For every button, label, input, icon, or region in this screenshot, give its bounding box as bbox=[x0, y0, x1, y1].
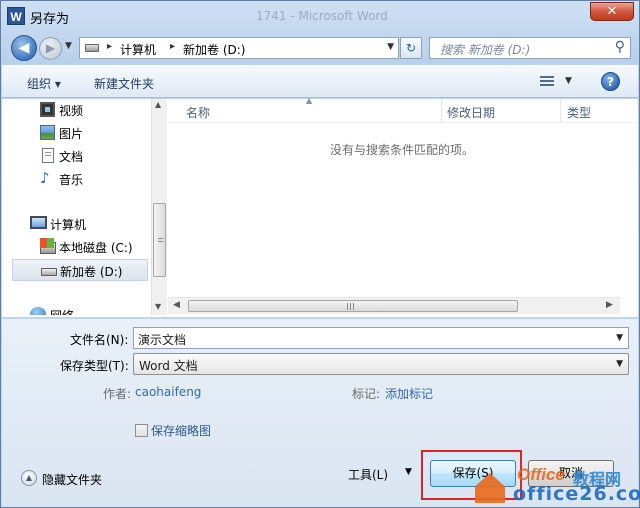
filename-value: 演示文档 bbox=[138, 333, 187, 347]
drive-icon bbox=[41, 268, 57, 276]
drive-icon bbox=[85, 44, 99, 52]
column-divider[interactable] bbox=[441, 99, 442, 123]
column-divider[interactable] bbox=[560, 99, 561, 123]
watermark: Office 教程网 office26.com bbox=[475, 465, 640, 505]
office-logo-icon bbox=[475, 473, 505, 503]
refresh-button[interactable]: ↻ bbox=[400, 37, 422, 59]
save-thumbnail-label[interactable]: 保存缩略图 bbox=[151, 422, 211, 439]
tags-label: 标记: bbox=[352, 387, 381, 401]
refresh-icon: ↻ bbox=[405, 41, 417, 55]
nav-item-pictures[interactable]: 图片 bbox=[12, 122, 148, 144]
close-button[interactable]: ✕ bbox=[590, 2, 634, 21]
network-icon bbox=[30, 307, 46, 315]
filename-label: 文件名(N): bbox=[70, 333, 129, 347]
pictures-icon bbox=[40, 125, 55, 140]
scroll-up-icon[interactable]: ▲ bbox=[155, 100, 161, 109]
new-folder-button[interactable]: 新建文件夹 bbox=[94, 75, 154, 92]
nav-item-label: 本地磁盘 (C:) bbox=[59, 241, 133, 255]
empty-folder-message: 没有与搜索条件匹配的项。 bbox=[330, 143, 475, 157]
breadcrumb-computer[interactable]: 计算机 bbox=[120, 41, 156, 58]
filename-field[interactable]: 演示文档 ▼ bbox=[133, 327, 629, 349]
chevron-up-icon[interactable]: ▲ bbox=[21, 470, 37, 486]
nav-pane-scrollbar[interactable]: ▲ ▼ bbox=[151, 99, 167, 315]
nav-item-drive-d[interactable]: 新加卷 (D:) bbox=[12, 259, 148, 281]
browser-content: 视频 图片 文档 ♪ 音乐 计算机 本地磁盘 (C:) 新加卷 (D:) ▲ ▼… bbox=[2, 96, 638, 317]
forward-button[interactable]: ▶ bbox=[39, 37, 62, 60]
background-window-title: 1741 - Microsoft Word bbox=[256, 9, 388, 23]
chevron-down-icon[interactable]: ▼ bbox=[616, 359, 623, 369]
author-field[interactable]: caohaifeng bbox=[135, 385, 201, 399]
back-button[interactable]: ◀ bbox=[11, 35, 37, 61]
title-bar[interactable]: W 另存为 1741 - Microsoft Word ✕ bbox=[1, 1, 639, 31]
nav-item-music[interactable]: ♪ 音乐 bbox=[12, 168, 148, 190]
filetype-value: Word 文档 bbox=[139, 359, 198, 373]
author-label: 作者: bbox=[103, 387, 132, 401]
breadcrumb-separator-icon[interactable]: ▸ bbox=[170, 41, 175, 52]
nav-item-computer[interactable]: 计算机 bbox=[12, 213, 148, 235]
scroll-left-icon[interactable]: ◀ bbox=[173, 300, 180, 310]
scroll-right-icon[interactable]: ▶ bbox=[606, 300, 613, 310]
search-icon: ⚲ bbox=[614, 39, 625, 55]
search-placeholder: 搜索 新加卷 (D:) bbox=[440, 43, 531, 57]
nav-item-videos[interactable]: 视频 bbox=[12, 99, 148, 121]
grip-icon bbox=[158, 238, 163, 244]
tags-field[interactable]: 添加标记 bbox=[385, 385, 433, 402]
word-app-icon: W bbox=[7, 7, 25, 25]
breadcrumb-drive-d[interactable]: 新加卷 (D:) bbox=[183, 41, 245, 58]
search-input[interactable]: 搜索 新加卷 (D:) ⚲ bbox=[429, 37, 631, 59]
music-icon: ♪ bbox=[40, 169, 50, 187]
nav-item-local-disk-c[interactable]: 本地磁盘 (C:) bbox=[12, 236, 148, 258]
nav-item-label: 文档 bbox=[59, 150, 84, 164]
command-toolbar: 组织 ▾ 新建文件夹 ▼ ? bbox=[2, 65, 638, 98]
nav-item-network[interactable]: 网络 bbox=[12, 304, 148, 315]
back-arrow-icon: ◀ bbox=[18, 40, 30, 56]
column-date-modified[interactable]: 修改日期 bbox=[447, 104, 495, 121]
scrollbar-thumb[interactable] bbox=[188, 300, 518, 312]
nav-item-label: 音乐 bbox=[59, 173, 84, 187]
watermark-text: office26.com bbox=[513, 483, 640, 505]
sort-ascending-icon: ▲ bbox=[306, 96, 313, 105]
nav-item-label: 计算机 bbox=[50, 218, 87, 232]
save-options-form: 文件名(N): 演示文档 ▼ 保存类型(T): Word 文档 ▼ 作者: ca… bbox=[2, 319, 640, 507]
nav-item-label: 网络 bbox=[50, 307, 74, 315]
organize-menu[interactable]: 组织 ▾ bbox=[27, 75, 61, 92]
address-dropdown-icon[interactable]: ▼ bbox=[387, 42, 394, 52]
scroll-down-icon[interactable]: ▼ bbox=[155, 302, 161, 311]
breadcrumb-separator-icon[interactable]: ▸ bbox=[107, 41, 112, 52]
column-type[interactable]: 类型 bbox=[567, 104, 591, 121]
chevron-down-icon[interactable]: ▼ bbox=[616, 333, 623, 343]
view-mode-dropdown[interactable]: ▼ bbox=[565, 76, 572, 86]
forward-arrow-icon: ▶ bbox=[45, 41, 56, 55]
save-thumbnail-checkbox[interactable] bbox=[135, 424, 148, 437]
dialog-title: 另存为 bbox=[30, 12, 70, 27]
save-as-dialog: W 另存为 1741 - Microsoft Word ✕ ◀ ▶ ▼ ▸ 计算… bbox=[0, 0, 640, 508]
chevron-down-icon[interactable]: ▼ bbox=[405, 467, 412, 477]
nav-item-label: 图片 bbox=[59, 127, 84, 141]
file-list[interactable]: ▲ 名称 修改日期 类型 没有与搜索条件匹配的项。 bbox=[168, 96, 638, 315]
file-list-horizontal-scrollbar[interactable]: ◀ ▶ bbox=[168, 297, 620, 314]
windows-logo-icon bbox=[40, 238, 54, 248]
watermark-text: Office bbox=[517, 465, 565, 484]
tools-menu[interactable]: 工具(L) bbox=[348, 466, 388, 483]
column-name[interactable]: 名称 bbox=[186, 104, 210, 121]
nav-item-label: 新加卷 (D:) bbox=[60, 265, 123, 279]
column-headers: ▲ 名称 修改日期 类型 bbox=[168, 96, 638, 123]
help-button[interactable]: ? bbox=[601, 72, 620, 91]
recent-locations-dropdown[interactable]: ▼ bbox=[65, 41, 72, 51]
nav-item-documents[interactable]: 文档 bbox=[12, 145, 148, 167]
video-icon bbox=[40, 102, 55, 117]
hide-folders-button[interactable]: 隐藏文件夹 bbox=[42, 471, 102, 488]
scrollbar-thumb[interactable] bbox=[153, 203, 166, 277]
navigation-pane: 视频 图片 文档 ♪ 音乐 计算机 本地磁盘 (C:) 新加卷 (D:) bbox=[2, 99, 150, 315]
computer-icon bbox=[30, 216, 47, 229]
address-bar[interactable]: ▸ 计算机 ▸ 新加卷 (D:) ▼ bbox=[79, 37, 399, 59]
view-mode-icon[interactable] bbox=[540, 76, 554, 88]
nav-item-label: 视频 bbox=[59, 104, 84, 118]
filetype-label: 保存类型(T): bbox=[60, 359, 129, 373]
filetype-select[interactable]: Word 文档 ▼ bbox=[133, 353, 629, 375]
grip-icon bbox=[347, 303, 355, 310]
documents-icon bbox=[42, 148, 54, 163]
